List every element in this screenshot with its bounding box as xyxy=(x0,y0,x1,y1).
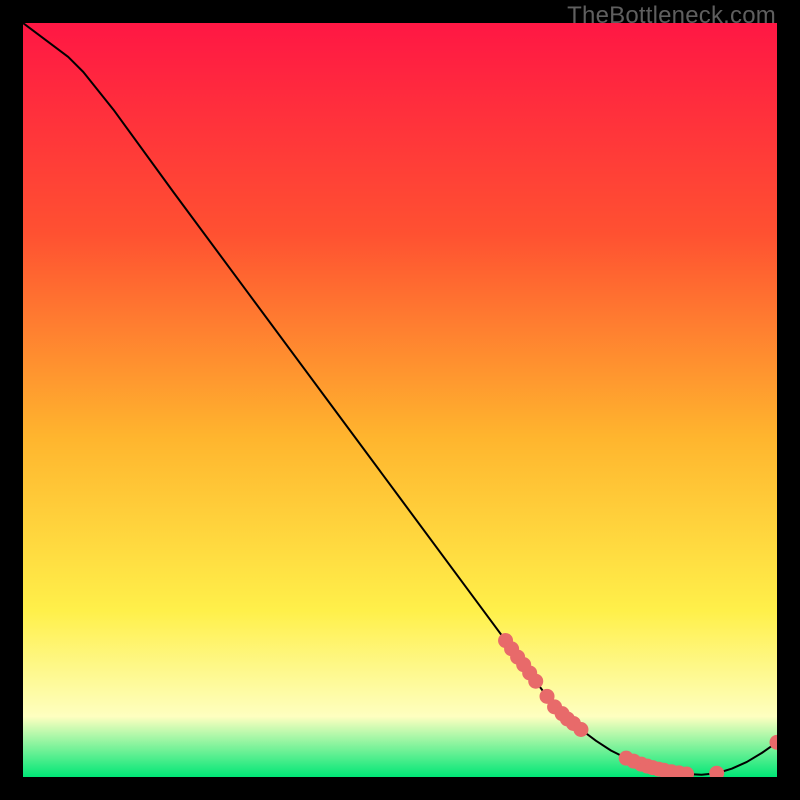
chart-svg xyxy=(23,23,777,777)
gradient-background xyxy=(23,23,777,777)
data-marker xyxy=(528,674,543,689)
plot-area xyxy=(23,23,777,777)
chart-frame: TheBottleneck.com xyxy=(0,0,800,800)
data-marker xyxy=(573,722,588,737)
